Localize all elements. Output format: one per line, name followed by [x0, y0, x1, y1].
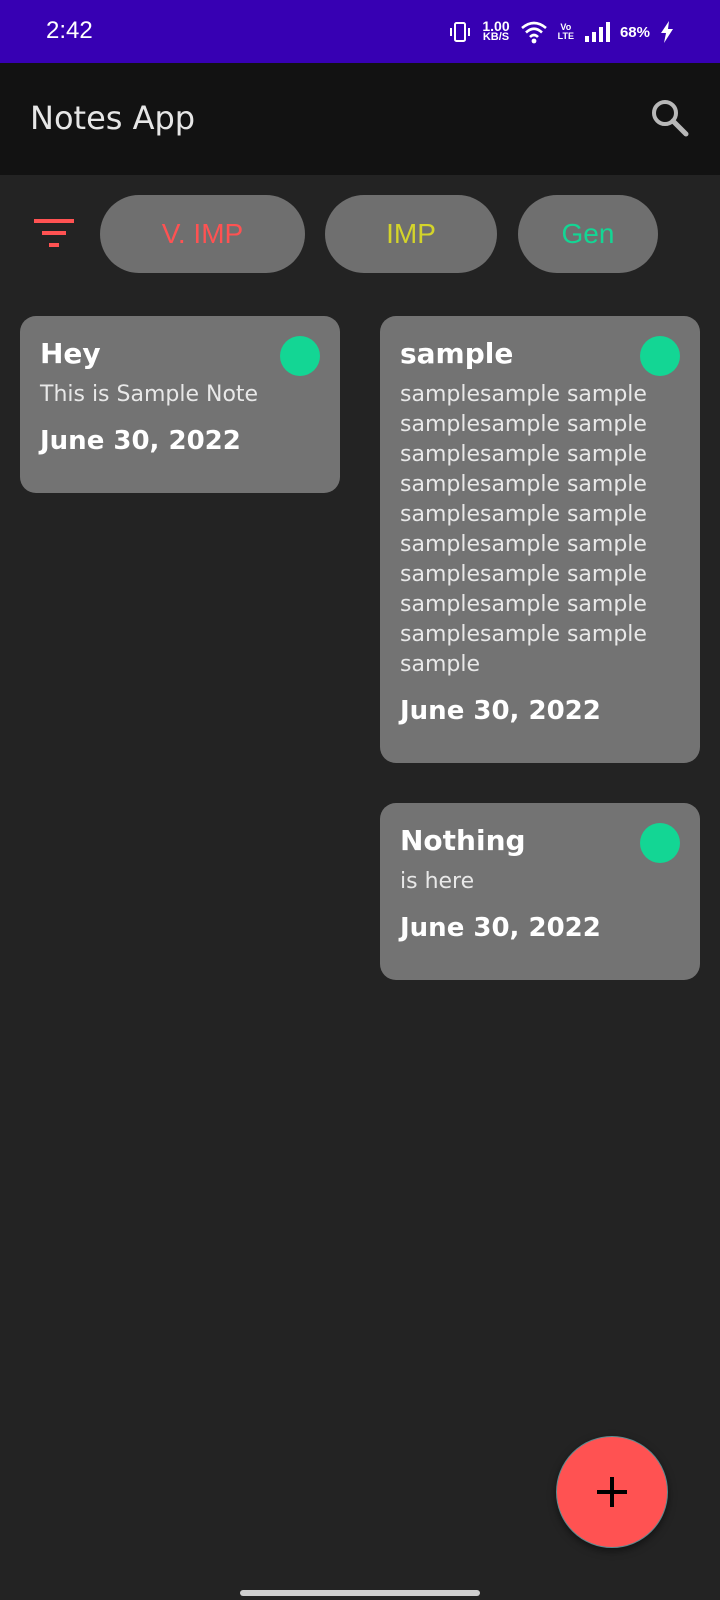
note-date: June 30, 2022 — [400, 696, 601, 726]
status-icons: 1.00 KB/S Vo LTE 68% — [448, 18, 674, 46]
vibrate-icon — [450, 22, 471, 42]
search-button[interactable] — [648, 96, 692, 140]
network-speed: 1.00 KB/S — [482, 19, 510, 43]
chip-imp-label: IMP — [386, 218, 436, 249]
signal-icon — [584, 22, 610, 42]
status-bar: 2:42 1.00 KB/S Vo LTE 68% — [0, 0, 720, 63]
note-card[interactable]: sample samplesample sample samplesample … — [380, 316, 700, 763]
chip-v-imp-label: V. IMP — [161, 218, 244, 249]
battery-percent: 68% — [619, 23, 650, 41]
volte-indicator: Vo LTE — [558, 23, 574, 41]
note-date: June 30, 2022 — [400, 913, 601, 943]
note-card[interactable]: Nothing is here June 30, 2022 — [380, 803, 700, 980]
priority-dot — [280, 336, 320, 376]
add-icon — [597, 1477, 627, 1507]
note-body: is here — [400, 869, 475, 894]
note-title: Nothing — [400, 824, 526, 857]
note-card[interactable]: Hey This is Sample Note June 30, 2022 — [20, 316, 340, 493]
note-date: June 30, 2022 — [40, 426, 241, 456]
wifi-icon — [520, 21, 547, 44]
filter-button[interactable] — [34, 219, 74, 249]
network-speed-unit: KB/S — [482, 31, 510, 43]
filter-icon — [34, 219, 74, 247]
priority-dot — [640, 823, 680, 863]
priority-dot — [640, 336, 680, 376]
chip-gen-label: Gen — [561, 218, 615, 249]
note-body: This is Sample Note — [40, 382, 259, 407]
app-title: Notes App — [30, 99, 196, 137]
note-body: samplesample sample samplesample sample … — [400, 382, 647, 677]
volte-bottom: LTE — [557, 31, 574, 41]
add-note-button[interactable] — [556, 1436, 668, 1548]
chip-imp[interactable]: IMP — [325, 195, 497, 273]
chip-gen[interactable]: Gen — [518, 195, 658, 273]
app-bar: Notes App — [0, 63, 720, 175]
home-indicator[interactable] — [240, 1590, 480, 1596]
search-icon — [652, 100, 689, 137]
note-title: Hey — [40, 337, 101, 370]
filter-row: V. IMP IMP Gen — [0, 193, 720, 273]
note-title: sample — [400, 337, 514, 370]
status-time: 2:42 — [46, 17, 93, 44]
charging-bolt-icon — [661, 21, 673, 43]
chip-v-imp[interactable]: V. IMP — [100, 195, 305, 273]
